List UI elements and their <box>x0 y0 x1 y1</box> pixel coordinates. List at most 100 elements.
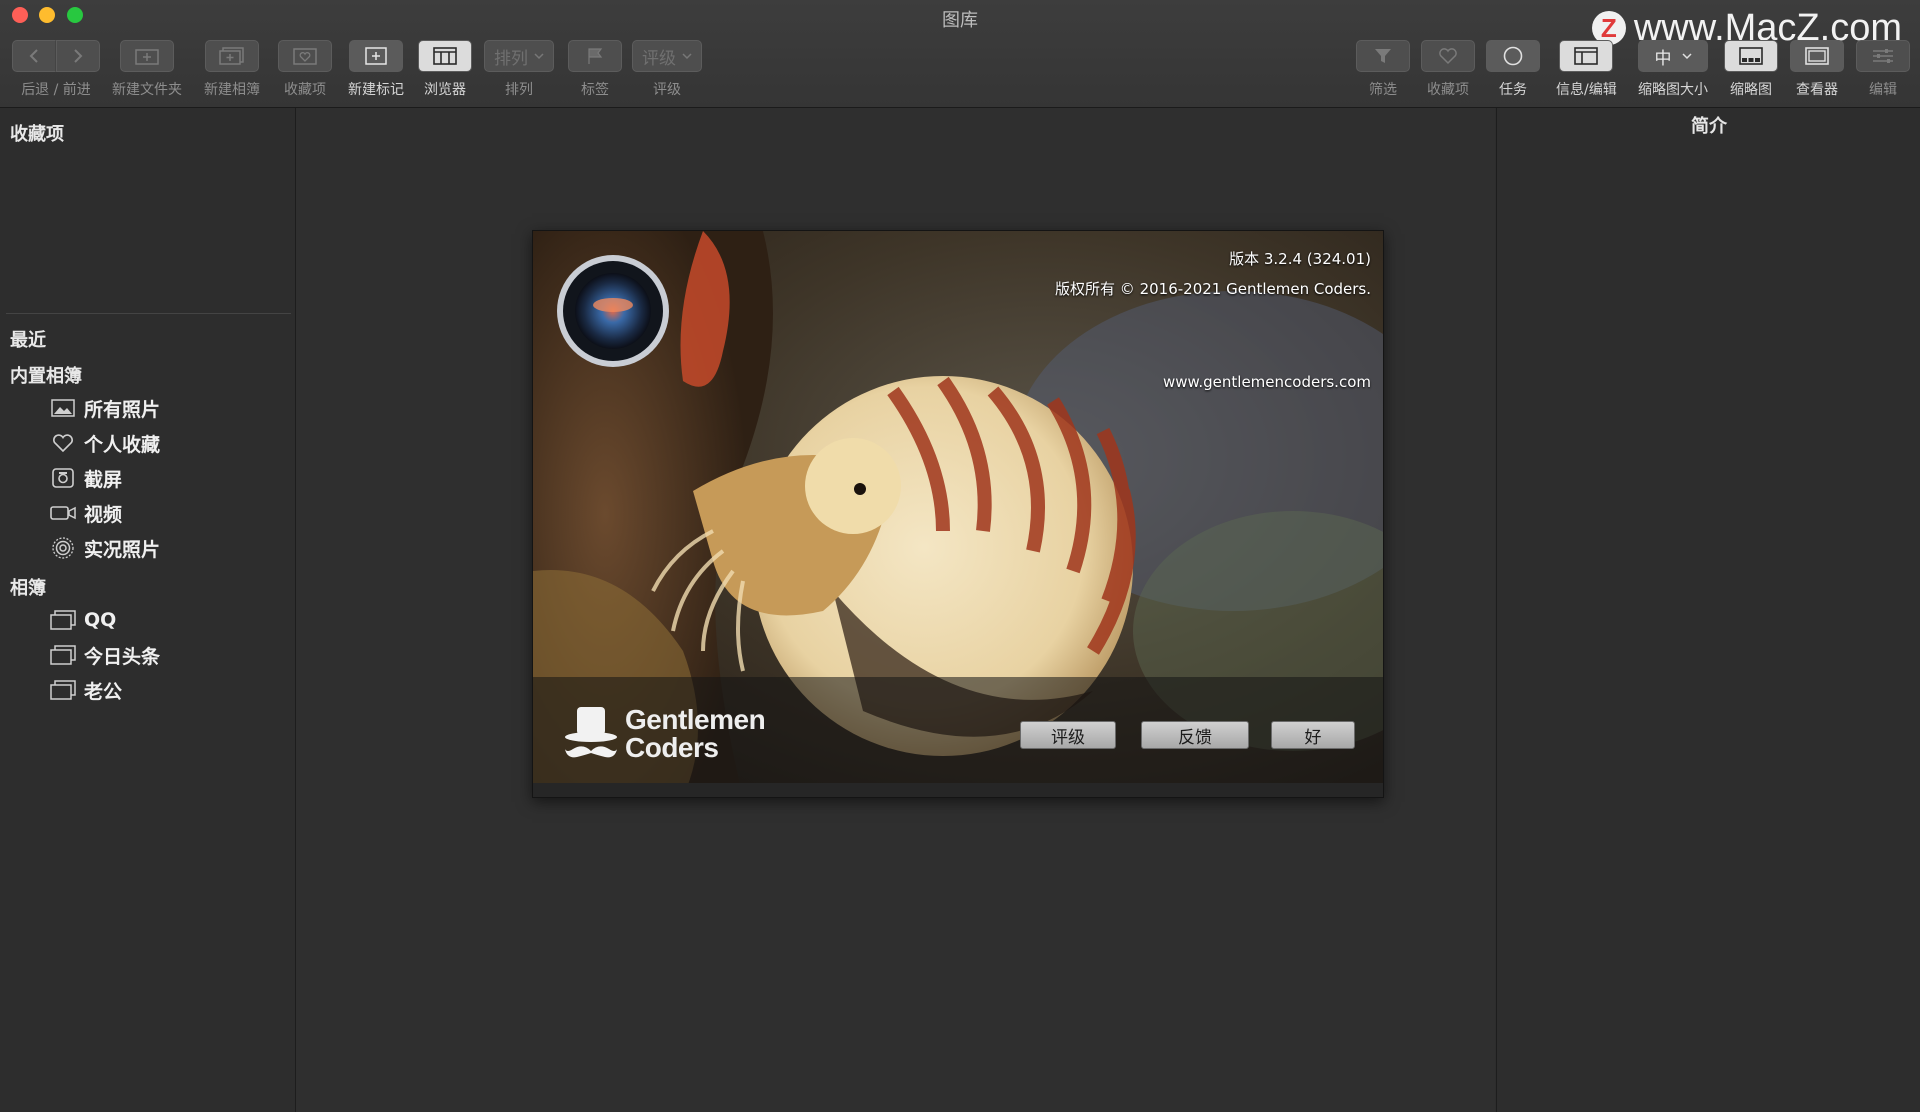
sidebar-item-label: 视频 <box>84 503 123 526</box>
add-favorite-button[interactable] <box>278 40 332 72</box>
filter-button[interactable] <box>1356 40 1410 72</box>
rating-dropdown[interactable]: 评级 <box>632 40 702 72</box>
sidebar-item-screenshots[interactable]: 截屏 <box>50 463 122 493</box>
top-hat-mustache-icon <box>565 707 617 758</box>
forward-button[interactable] <box>56 40 100 72</box>
back-forward-group: 后退 / 前进 <box>12 40 100 99</box>
thumb-size-dropdown[interactable]: 中 <box>1638 40 1708 72</box>
info-panel: 简介 <box>1496 108 1920 1112</box>
thumbnails-icon <box>1739 47 1763 65</box>
new-folder-button[interactable] <box>120 40 174 72</box>
thumb-size-label: 缩略图大小 <box>1638 82 1708 98</box>
thumb-size-value: 中 <box>1654 48 1672 69</box>
sort-dropdown[interactable]: 排列 <box>484 40 554 72</box>
viewer-button[interactable] <box>1790 40 1844 72</box>
favorites-right-label: 收藏项 <box>1427 82 1469 98</box>
info-edit-item: 信息/编辑 <box>1556 40 1617 99</box>
favorites-label: 收藏项 <box>284 82 326 98</box>
sidebar-item-label: 所有照片 <box>84 398 161 421</box>
new-folder-label: 新建文件夹 <box>112 82 182 98</box>
copyright-text: 版权所有 © 2016-2021 Gentlemen Coders. <box>1055 280 1371 298</box>
thumb-size-item: 中 缩略图大小 <box>1638 40 1708 99</box>
ok-button[interactable]: 好 <box>1271 721 1355 749</box>
chevron-down-icon <box>1681 53 1692 60</box>
viewer-icon <box>1805 47 1829 65</box>
sidebar-item-album-husband[interactable]: 老公 <box>50 675 122 705</box>
new-marker-icon <box>365 47 387 65</box>
new-album-item: 新建相簿 <box>204 40 260 99</box>
new-marker-label: 新建标记 <box>348 82 404 98</box>
new-marker-item: 新建标记 <box>348 40 404 99</box>
tag-button[interactable] <box>568 40 622 72</box>
video-icon <box>50 502 76 524</box>
sidebar-divider <box>6 313 291 314</box>
new-album-label: 新建相簿 <box>204 82 260 98</box>
live-photo-icon <box>50 537 76 559</box>
sidebar-albums-title: 相簿 <box>10 578 46 599</box>
sidebar-item-label: 实况照片 <box>84 538 161 561</box>
website-link[interactable]: www.gentlemencoders.com <box>1163 373 1371 391</box>
sort-label: 排列 <box>505 82 533 98</box>
chevron-right-icon <box>74 49 83 63</box>
tasks-label: 任务 <box>1499 82 1527 98</box>
sidebar-item-videos[interactable]: 视频 <box>50 498 122 528</box>
sidebar-item-live-photos[interactable]: 实况照片 <box>50 533 160 563</box>
app-window: 图库 Z www.MacZ.com 后退 / 前进 新建文件夹 新建相簿 收藏项… <box>0 0 1920 1112</box>
circle-icon <box>1503 46 1523 66</box>
gentlemen-coders-logo: Gentlemen Coders <box>563 703 766 765</box>
heart-icon <box>50 432 76 454</box>
tag-label: 标签 <box>581 82 609 98</box>
sidebar-builtin-title: 内置相簿 <box>10 366 82 387</box>
sidebar-item-album-toutiao[interactable]: 今日头条 <box>50 640 160 670</box>
sort-item: 排列 排列 <box>484 40 554 99</box>
tasks-button[interactable] <box>1486 40 1540 72</box>
info-edit-button[interactable] <box>1559 40 1614 72</box>
viewer-item: 查看器 <box>1790 40 1844 99</box>
new-marker-button[interactable] <box>349 40 403 72</box>
new-album-button[interactable] <box>205 40 259 72</box>
back-button[interactable] <box>12 40 56 72</box>
rating-label: 评级 <box>653 82 681 98</box>
browser-label: 浏览器 <box>424 82 466 98</box>
splash-footer-bar: Gentlemen Coders 评级 反馈 好 <box>533 677 1383 783</box>
browser-button[interactable] <box>418 40 472 72</box>
rating-item: 评级 评级 <box>632 40 702 99</box>
sidebar-item-album-qq[interactable]: QQ <box>50 605 116 635</box>
sidebar-item-label: QQ <box>84 609 117 631</box>
filter-item: 筛选 <box>1356 40 1410 99</box>
new-folder-item: 新建文件夹 <box>112 40 182 99</box>
browser-item: 浏览器 <box>418 40 472 99</box>
rate-button[interactable]: 评级 <box>1020 721 1116 749</box>
browser-area: 版本 3.2.4 (324.01) 版权所有 © 2016-2021 Gentl… <box>296 108 1495 1112</box>
chevron-left-icon <box>29 49 38 63</box>
back-forward-label: 后退 / 前进 <box>21 82 91 98</box>
album-icon <box>50 644 76 666</box>
brand-line-1: Gentlemen <box>625 704 766 735</box>
sliders-icon <box>1873 49 1893 63</box>
sidebar-item-favorites[interactable]: 个人收藏 <box>50 428 160 458</box>
photo-icon <box>50 397 76 419</box>
feedback-button[interactable]: 反馈 <box>1141 721 1249 749</box>
sort-button-text: 排列 <box>494 48 528 69</box>
new-folder-icon <box>135 49 159 65</box>
info-panel-title: 简介 <box>1691 116 1727 137</box>
flag-icon <box>588 48 603 64</box>
filter-icon <box>1375 49 1391 63</box>
sidebar-item-label: 老公 <box>84 680 123 703</box>
sidebar-item-label: 截屏 <box>84 468 123 491</box>
brand-line-2: Coders <box>625 732 719 763</box>
camera-icon <box>50 467 76 489</box>
sidebar-item-all-photos[interactable]: 所有照片 <box>50 393 160 423</box>
thumbnails-button[interactable] <box>1724 40 1778 72</box>
sidebar: 收藏项 最近 内置相簿 所有照片 个人收藏 截屏 视频 实况照片 相簿 QQ 今… <box>0 108 296 1112</box>
version-text: 版本 3.2.4 (324.01) <box>1229 250 1371 268</box>
edit-label: 编辑 <box>1869 82 1897 98</box>
about-dialog: 版本 3.2.4 (324.01) 版权所有 © 2016-2021 Gentl… <box>532 230 1384 798</box>
album-icon <box>50 609 76 631</box>
sidebar-recent-title[interactable]: 最近 <box>10 326 46 352</box>
heart-icon <box>1439 48 1457 65</box>
favorites-toggle-button[interactable] <box>1421 40 1475 72</box>
edit-button[interactable] <box>1856 40 1910 72</box>
thumbnails-label: 缩略图 <box>1730 82 1772 98</box>
favorites-item: 收藏项 <box>278 40 332 99</box>
